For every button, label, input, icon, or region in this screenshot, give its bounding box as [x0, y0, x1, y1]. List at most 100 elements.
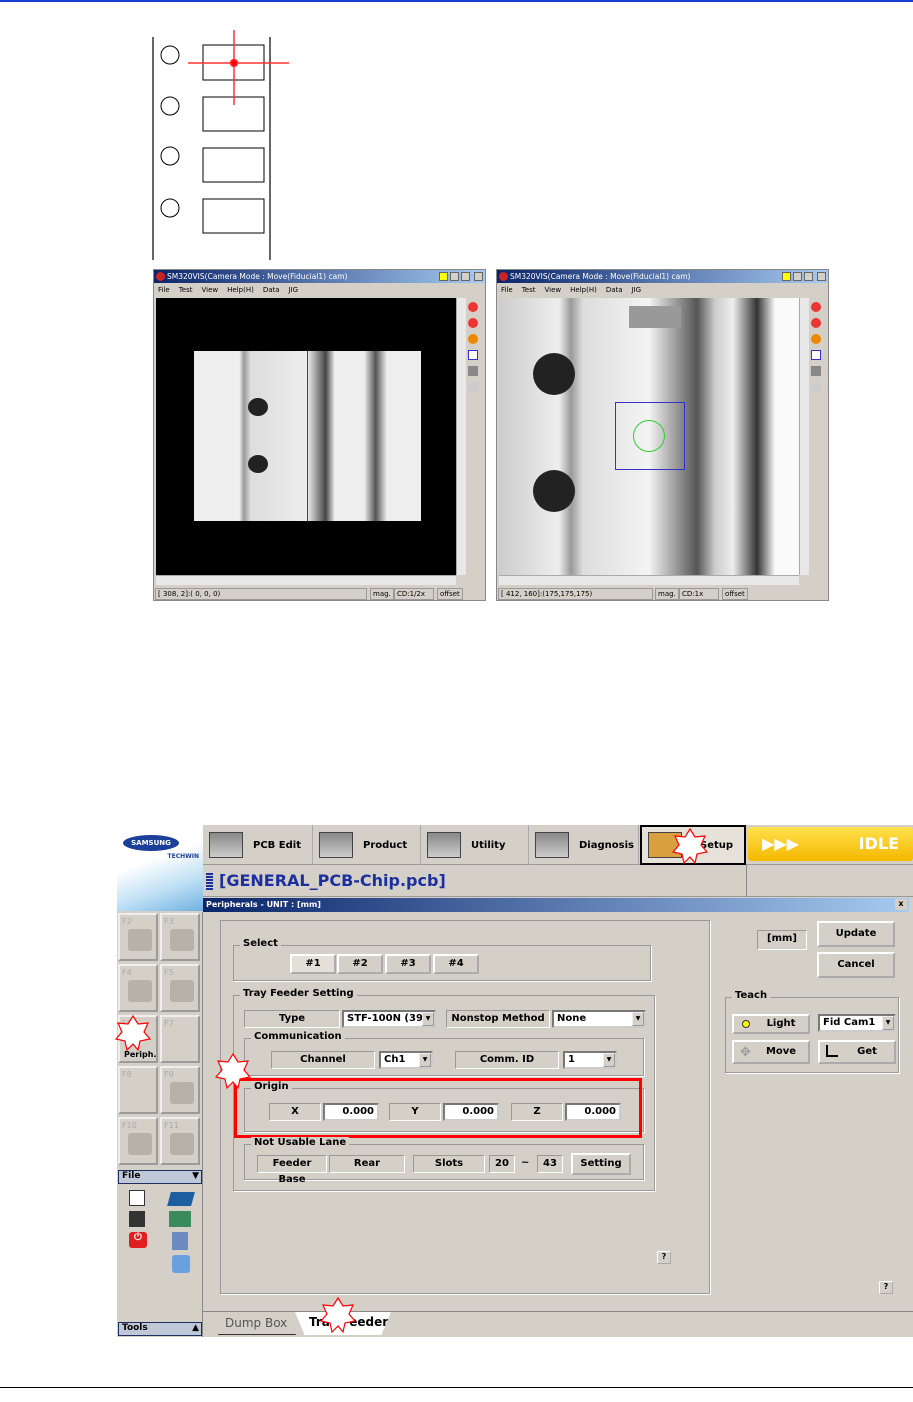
origin-highlight-box: [234, 1078, 642, 1138]
import-icon[interactable]: [169, 1211, 191, 1227]
select-button-4[interactable]: #4: [433, 954, 479, 974]
vertical-scrollbar[interactable]: [456, 298, 466, 575]
minimize-button[interactable]: [450, 272, 459, 281]
dropdown-arrow-icon: ▼: [632, 1012, 644, 1026]
nonstop-method-select[interactable]: None ▼: [552, 1010, 646, 1028]
menu-help[interactable]: Help(H): [227, 286, 254, 294]
window-icon[interactable]: [811, 350, 821, 360]
pin-button[interactable]: [439, 272, 448, 281]
zoom-in-icon[interactable]: [811, 302, 821, 312]
settings-icon[interactable]: [811, 382, 821, 392]
get-button[interactable]: Get: [818, 1040, 896, 1064]
help-button[interactable]: ?: [657, 1251, 671, 1264]
menu-view[interactable]: View: [202, 286, 219, 294]
zoom-tools: [468, 302, 482, 398]
move-button[interactable]: ✥ Move: [732, 1040, 810, 1064]
maximize-button[interactable]: [461, 272, 470, 281]
fkey-f9[interactable]: F9: [160, 1066, 200, 1114]
menu-test[interactable]: Test: [522, 286, 536, 294]
menu-file[interactable]: File: [501, 286, 513, 294]
tools-section-header[interactable]: Tools ▲: [118, 1322, 202, 1336]
horizontal-scrollbar[interactable]: [156, 575, 456, 585]
f10-tool-icon: [128, 1133, 152, 1155]
menu-help[interactable]: Help(H): [570, 286, 597, 294]
new-file-icon[interactable]: [129, 1190, 145, 1206]
fkey-f7[interactable]: F7: [160, 1015, 200, 1063]
open-folder-icon[interactable]: [167, 1192, 195, 1206]
mag-value: CD:1/2x: [394, 588, 434, 600]
file-title-bar: [GENERAL_PCB-Chip.pcb]: [203, 865, 913, 897]
fkey-f10[interactable]: F10: [118, 1117, 158, 1165]
setting-button[interactable]: Setting: [571, 1153, 631, 1175]
horizontal-scrollbar[interactable]: [499, 575, 799, 585]
file-section-header[interactable]: File ▼: [118, 1170, 202, 1184]
status-bar: [ 308, 2]:( 0, 0, 0) mag. CD:1/2x offset: [154, 587, 485, 601]
settings-icon[interactable]: [468, 382, 478, 392]
callout-star-origin: [215, 1053, 251, 1089]
menu-data[interactable]: Data: [263, 286, 280, 294]
slots-to: 43: [537, 1155, 563, 1173]
not-usable-lane-group: Not Usable Lane Feeder Base Rear Slots 2…: [244, 1137, 644, 1185]
fkey-f4[interactable]: F4: [118, 964, 158, 1012]
checklist-icon[interactable]: [172, 1232, 188, 1250]
pcb-edit-icon: [209, 832, 243, 858]
toolbar-diagnosis[interactable]: Diagnosis: [529, 825, 639, 865]
zoom-out-icon[interactable]: [468, 318, 478, 328]
fkey-f2[interactable]: F2: [118, 913, 158, 961]
vertical-scrollbar[interactable]: [799, 298, 809, 575]
power-icon[interactable]: ⏻: [129, 1232, 147, 1248]
dialog-close-button[interactable]: x: [895, 899, 907, 910]
menu-data[interactable]: Data: [606, 286, 623, 294]
pin-button[interactable]: [782, 272, 791, 281]
zoom-out-icon[interactable]: [811, 318, 821, 328]
menu-file[interactable]: File: [158, 286, 170, 294]
menu-view[interactable]: View: [545, 286, 562, 294]
cancel-button[interactable]: Cancel: [817, 952, 895, 978]
mag-label: mag.: [655, 588, 679, 600]
offset-label: offset: [437, 588, 463, 600]
channel-select[interactable]: Ch1 ▼: [379, 1051, 433, 1069]
status-bar: [ 412, 160]:(175,175,175) mag. CD:1x off…: [497, 587, 828, 601]
play-arrows-icon: ▶▶▶: [762, 834, 799, 853]
toolbar-product[interactable]: Product: [313, 825, 421, 865]
select-button-1[interactable]: #1: [290, 954, 336, 974]
close-button[interactable]: [474, 272, 483, 281]
minimize-button[interactable]: [793, 272, 802, 281]
menu-jig[interactable]: JIG: [632, 286, 642, 294]
window-title: SM320VIS(Camera Mode : Move(Fiducial1) c…: [510, 272, 691, 281]
zoom-in-icon[interactable]: [468, 302, 478, 312]
move-arrows-icon: ✥: [740, 1045, 751, 1060]
window-icon[interactable]: [468, 350, 478, 360]
slots-from: 20: [489, 1155, 515, 1173]
fkey-f5[interactable]: F5: [160, 964, 200, 1012]
save-icon[interactable]: [129, 1211, 145, 1227]
help-button-right[interactable]: ?: [879, 1281, 893, 1294]
fkey-f8[interactable]: F8: [118, 1066, 158, 1114]
update-button[interactable]: Update: [817, 921, 895, 947]
app-icon: [156, 272, 165, 281]
fill-icon[interactable]: [811, 366, 821, 376]
fkey-f11[interactable]: F11: [160, 1117, 200, 1165]
select-button-2[interactable]: #2: [337, 954, 383, 974]
maximize-button[interactable]: [804, 272, 813, 281]
comm-id-select[interactable]: 1 ▼: [563, 1051, 617, 1069]
menu-jig[interactable]: JIG: [289, 286, 299, 294]
zoom-fit-icon[interactable]: [811, 334, 821, 344]
type-select[interactable]: STF-100N (393: ▼: [342, 1010, 436, 1028]
menu-test[interactable]: Test: [179, 286, 193, 294]
toolbar-pcb-edit[interactable]: PCB Edit: [203, 825, 313, 865]
computer-icon[interactable]: [172, 1255, 190, 1273]
fill-icon[interactable]: [468, 366, 478, 376]
close-button[interactable]: [817, 272, 826, 281]
select-button-3[interactable]: #3: [385, 954, 431, 974]
toolbar-utility[interactable]: Utility: [421, 825, 529, 865]
dropdown-arrow-icon: ▼: [422, 1012, 434, 1026]
light-button[interactable]: Light: [732, 1014, 810, 1034]
tab-dump-box[interactable]: Dump Box: [211, 1313, 303, 1335]
utility-folder-icon: [427, 832, 461, 858]
teach-group: Teach Light Fid Cam1 ▼ ✥ Move Get: [725, 990, 899, 1073]
zoom-fit-icon[interactable]: [468, 334, 478, 344]
fkey-f3[interactable]: F3: [160, 913, 200, 961]
light-bulb-icon: [742, 1020, 750, 1028]
camera-select[interactable]: Fid Cam1 ▼: [818, 1014, 896, 1032]
